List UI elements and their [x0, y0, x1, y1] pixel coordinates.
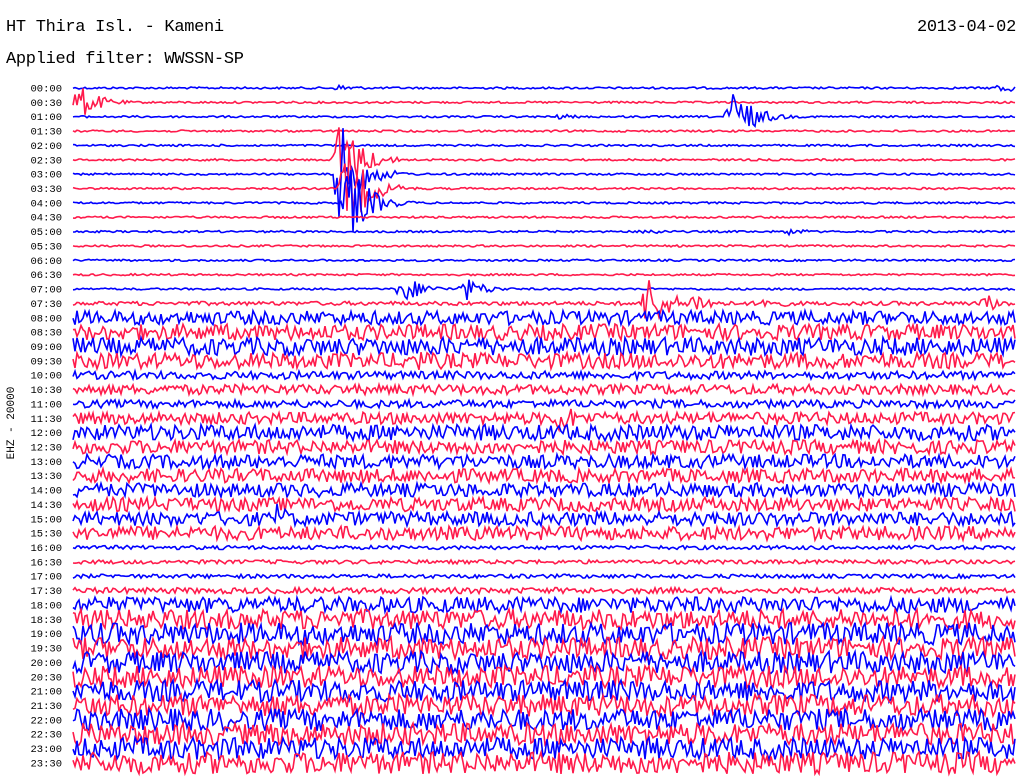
- row-time-label: 12:30: [30, 443, 62, 455]
- row-time-label: 00:30: [30, 98, 62, 110]
- row-time-label: 17:00: [30, 572, 62, 584]
- trace-row-0600: [72, 258, 1016, 263]
- row-time-label: 14:30: [30, 500, 62, 512]
- trace-row-0400: [72, 170, 1016, 233]
- trace-row-1830: [72, 606, 1016, 632]
- row-time-label: 16:00: [30, 543, 62, 555]
- trace-row-0430: [72, 215, 1015, 220]
- row-time-label: 23:30: [30, 758, 62, 770]
- trace-row-1000: [72, 368, 1016, 383]
- row-time-label: 15:30: [30, 529, 62, 541]
- row-time-label: 07:30: [30, 299, 62, 311]
- trace-row-0800: [72, 307, 1016, 328]
- row-time-label: 10:00: [30, 371, 62, 383]
- trace-row-0330: [72, 146, 1016, 216]
- row-time-label: 18:00: [30, 600, 62, 612]
- row-time-label: 19:00: [30, 629, 62, 641]
- trace-row-1030: [72, 381, 1016, 398]
- row-time-label: 08:00: [30, 313, 62, 325]
- trace-row-1730: [72, 585, 1016, 596]
- row-time-label: 21:00: [30, 687, 62, 699]
- row-time-label: 09:00: [30, 342, 62, 354]
- row-time-label: 00:00: [30, 84, 62, 96]
- trace-row-1700: [72, 572, 1016, 580]
- row-time-label: 22:30: [30, 730, 62, 742]
- row-time-label: 04:30: [30, 213, 62, 225]
- trace-row-1500: [72, 503, 1016, 529]
- row-time-label: 23:00: [30, 744, 62, 756]
- row-time-label: 11:30: [30, 414, 62, 426]
- trace-row-0930: [72, 350, 1016, 372]
- row-time-label: 22:00: [30, 715, 62, 727]
- row-time-label: 11:00: [30, 399, 62, 411]
- trace-row-1600: [72, 544, 1016, 551]
- trace-row-0730: [72, 280, 1016, 321]
- row-time-label: 10:30: [30, 385, 62, 397]
- trace-row-0200: [72, 143, 1016, 148]
- seismogram-plot: 00:00 00:30 01:00 01:30 02:00 02:30 03:00 03:30…: [30, 83, 1016, 777]
- trace-row-0630: [72, 272, 1016, 277]
- row-time-label: 05:30: [30, 241, 62, 253]
- trace-row-1430: [72, 494, 1016, 514]
- trace-row-1330: [72, 465, 1016, 486]
- trace-row-0500: [73, 227, 1016, 237]
- row-time-label: 03:30: [30, 184, 62, 196]
- row-time-label: 07:00: [30, 285, 62, 297]
- row-time-label: 19:30: [30, 644, 62, 656]
- row-time-label: 17:30: [30, 586, 62, 598]
- row-time-label: 16:30: [30, 557, 62, 569]
- row-time-label: 02:30: [30, 155, 62, 167]
- row-time-label: 09:30: [30, 356, 62, 368]
- row-time-label: 12:00: [30, 428, 62, 440]
- row-time-label: 18:30: [30, 615, 62, 627]
- row-time-label: 03:00: [30, 170, 62, 182]
- trace-row-0900: [72, 334, 1016, 359]
- row-time-label: 20:00: [30, 658, 62, 670]
- row-time-label: 06:00: [30, 256, 62, 268]
- row-time-label: 14:00: [30, 486, 62, 498]
- trace-row-0230: [72, 127, 1016, 177]
- row-time-label: 04:00: [30, 198, 62, 210]
- trace-row-0700: [72, 279, 1016, 301]
- trace-row-0100: [72, 94, 1016, 128]
- trace-row-1300: [72, 451, 1016, 472]
- trace-row-0000: [72, 83, 1016, 92]
- row-time-label: 06:30: [30, 270, 62, 282]
- row-time-label: 21:30: [30, 701, 62, 713]
- trace-row-0030: [72, 88, 1016, 115]
- row-time-label: 13:00: [30, 457, 62, 469]
- trace-row-0130: [72, 129, 1016, 134]
- trace-row-1230: [72, 437, 1016, 457]
- trace-row-1200: [72, 421, 1016, 443]
- row-time-label: 02:00: [30, 141, 62, 153]
- trace-row-1630: [72, 558, 1016, 566]
- row-time-label: 05:00: [30, 227, 62, 239]
- trace-row-0530: [72, 243, 1016, 248]
- trace-row-1530: [72, 523, 1016, 543]
- row-time-label: 08:30: [30, 328, 62, 340]
- trace-row-1100: [72, 397, 1016, 411]
- trace-row-1400: [72, 480, 1016, 501]
- trace-row-1800: [72, 594, 1016, 615]
- row-time-label: 15:00: [30, 514, 62, 526]
- row-time-label: 13:30: [30, 471, 62, 483]
- trace-row-0830: [72, 321, 1016, 343]
- row-time-label: 01:30: [30, 127, 62, 139]
- row-time-label: 01:00: [30, 112, 62, 124]
- row-time-label: 20:30: [30, 672, 62, 684]
